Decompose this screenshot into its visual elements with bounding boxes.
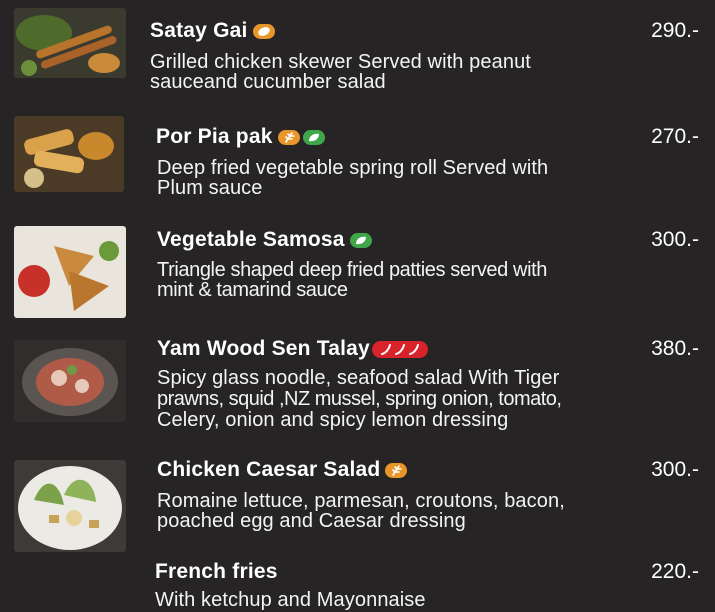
item-name: Satay Gai bbox=[150, 19, 278, 43]
satay-gai-photo bbox=[14, 8, 126, 78]
chili-spicy-icon bbox=[371, 340, 428, 358]
vegetarian-icon bbox=[349, 232, 372, 248]
item-description: Romaine lettuce, parmesan, croutons, bac… bbox=[157, 490, 565, 532]
item-name: Vegetable Samosa bbox=[157, 228, 375, 252]
gluten-icon bbox=[385, 462, 408, 478]
item-name: French fries bbox=[155, 560, 278, 583]
item-price: 270.- bbox=[651, 125, 699, 148]
item-price: 300.- bbox=[651, 228, 699, 251]
item-name: Por Pia pak bbox=[156, 125, 328, 149]
vegetarian-icon bbox=[302, 129, 325, 145]
item-price: 220.- bbox=[651, 560, 699, 583]
item-description: Grilled chicken skewer Served with peanu… bbox=[150, 51, 531, 93]
item-description: Deep fried vegetable spring roll Served … bbox=[157, 157, 549, 199]
item-description: Triangle shaped deep fried patties serve… bbox=[157, 259, 547, 301]
yam-wood-sen-talay-photo bbox=[14, 340, 126, 422]
item-name: Chicken Caesar Salad bbox=[157, 458, 410, 482]
item-price: 290.- bbox=[651, 19, 699, 42]
item-price: 300.- bbox=[651, 458, 699, 481]
item-description: Spicy glass noodle, seafood salad With T… bbox=[157, 367, 562, 431]
vegetable-samosa-photo bbox=[14, 226, 126, 318]
item-price: 380.- bbox=[651, 337, 699, 360]
por-pia-pak-photo bbox=[14, 116, 124, 192]
gluten-icon bbox=[277, 129, 300, 145]
item-description: With ketchup and Mayonnaise bbox=[155, 589, 426, 611]
peanut-icon bbox=[252, 23, 275, 39]
item-name: Yam Wood Sen Talay bbox=[157, 337, 431, 361]
chicken-caesar-salad-photo bbox=[14, 460, 126, 552]
